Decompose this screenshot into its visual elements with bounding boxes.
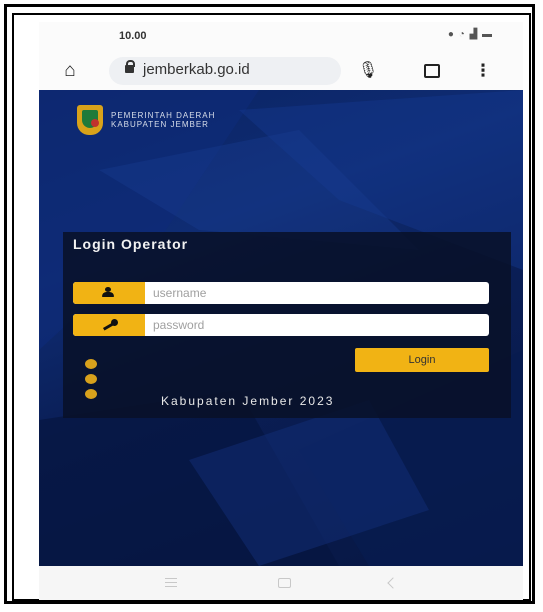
- login-button[interactable]: Login: [355, 348, 489, 372]
- home-icon[interactable]: ⌂: [55, 52, 85, 90]
- webpage: PEMERINTAH DAERAH KABUPATEN JEMBER Login…: [39, 90, 523, 566]
- battery-icon: ▬: [482, 29, 493, 40]
- mic-icon[interactable]: 🎙︎: [353, 52, 383, 90]
- notification-dot-icon: ●: [447, 29, 455, 40]
- email-icon: [85, 359, 97, 369]
- status-time: 10.00: [119, 30, 147, 42]
- header-line-2: KABUPATEN JEMBER: [111, 120, 209, 129]
- login-panel: Login Operator username Login Kabupaten …: [63, 232, 511, 418]
- signal-icon: ▟: [469, 29, 479, 40]
- phone-icon: [85, 374, 97, 384]
- key-icon: [73, 314, 145, 336]
- footer-copyright: Kabupaten Jember 2023: [161, 394, 335, 408]
- recent-apps-icon[interactable]: [157, 574, 187, 592]
- password-input[interactable]: [153, 314, 483, 336]
- location-icon: [85, 389, 97, 399]
- status-icons: ● ◔ ▟ ▬: [448, 29, 493, 40]
- url-text: jemberkab.go.id: [143, 61, 250, 78]
- android-nav-bar: [39, 566, 523, 600]
- back-icon[interactable]: [381, 574, 411, 592]
- login-title: Login Operator: [73, 236, 189, 252]
- username-field: [73, 282, 489, 304]
- status-bar: 10.00 ● ◔ ▟ ▬: [39, 22, 523, 52]
- browser-toolbar: ⌂ jemberkab.go.id 🎙︎ ⋮: [39, 52, 523, 90]
- address-bar[interactable]: jemberkab.go.id: [109, 57, 341, 85]
- phone-screen: 10.00 ● ◔ ▟ ▬ ⌂ jemberkab.go.id 🎙︎ ⋮ PEM…: [39, 22, 523, 600]
- jember-logo: [77, 105, 103, 135]
- user-icon: [73, 282, 145, 304]
- wifi-icon: ◔: [458, 29, 466, 40]
- nav-home-icon[interactable]: [269, 574, 299, 592]
- username-input[interactable]: [153, 282, 483, 304]
- lock-icon: [125, 60, 135, 73]
- password-field: [73, 314, 489, 336]
- header-line-1: PEMERINTAH DAERAH: [111, 111, 216, 120]
- tabs-icon[interactable]: [417, 52, 447, 90]
- more-vert-icon[interactable]: ⋮: [471, 52, 495, 90]
